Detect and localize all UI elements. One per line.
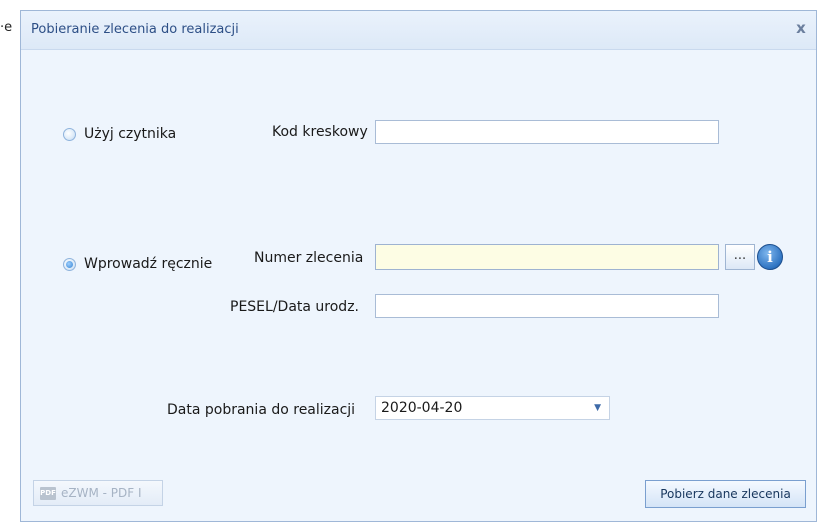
- download-date-picker[interactable]: 2020-04-20 ▼: [375, 396, 610, 420]
- dialog-title: Pobieranie zlecenia do realizacji: [31, 22, 239, 37]
- fetch-order-data-button[interactable]: Pobierz dane zlecenia: [645, 480, 806, 508]
- radio-manual-label: Wprowadź ręcznie: [84, 256, 213, 272]
- ezwm-pdf-label: eZWM - PDF I: [61, 486, 142, 500]
- chevron-down-icon[interactable]: ▼: [594, 397, 601, 419]
- radio-scanner-label: Użyj czytnika: [84, 126, 177, 142]
- dialog-titlebar: Pobieranie zlecenia do realizacji x: [21, 11, 816, 50]
- order-number-input[interactable]: [375, 244, 719, 270]
- pdf-icon: PDF: [40, 486, 56, 500]
- barcode-label: Kod kreskowy: [272, 124, 368, 140]
- ezwm-pdf-button[interactable]: PDF eZWM - PDF I: [33, 480, 163, 506]
- close-icon[interactable]: x: [792, 19, 810, 37]
- radio-enter-manually[interactable]: Wprowadź ręcznie: [63, 256, 212, 272]
- radio-use-scanner[interactable]: Użyj czytnika: [63, 126, 176, 142]
- download-date-label: Data pobrania do realizacji: [167, 402, 356, 418]
- pesel-label: PESEL/Data urodz.: [230, 299, 359, 315]
- radio-scanner-circle[interactable]: [63, 127, 76, 141]
- pesel-input[interactable]: [375, 294, 719, 318]
- barcode-input[interactable]: [375, 120, 719, 144]
- radio-manual-circle[interactable]: [63, 257, 76, 271]
- order-number-label: Numer zlecenia: [254, 250, 364, 266]
- info-icon[interactable]: i: [757, 244, 783, 270]
- download-date-value: 2020-04-20: [381, 400, 463, 416]
- background-window-edge-text: ·e: [0, 20, 13, 35]
- fetch-order-dialog: Pobieranie zlecenia do realizacji x Użyj…: [20, 10, 817, 522]
- browse-button[interactable]: ...: [725, 244, 755, 270]
